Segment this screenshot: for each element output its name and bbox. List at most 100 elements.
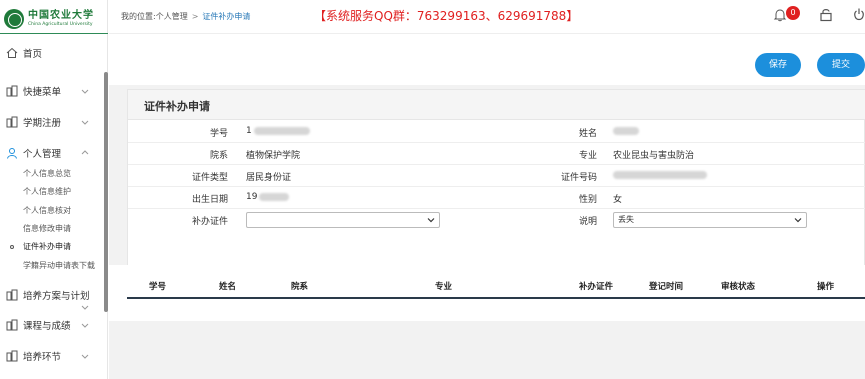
column-header: 学号 xyxy=(149,282,167,292)
redaction-blur xyxy=(613,170,707,179)
save-button[interactable]: 保存 xyxy=(755,53,801,77)
name-value xyxy=(613,126,639,136)
breadcrumb: 我的位置:个人管理 > 证件补办申请 xyxy=(121,11,250,22)
grid-icon xyxy=(6,350,18,362)
reissue-type-select[interactable] xyxy=(246,212,440,228)
panel-title: 证件补办申请 xyxy=(144,100,210,113)
chevron-down-icon xyxy=(794,218,802,223)
column-header: 审核状态 xyxy=(721,282,756,292)
chevron-down-icon xyxy=(81,305,89,310)
power-icon[interactable] xyxy=(853,7,865,21)
chevron-down-icon xyxy=(81,89,89,94)
home-icon xyxy=(6,47,18,58)
remark-label: 说明 xyxy=(578,217,597,227)
redaction-blur xyxy=(253,126,310,135)
chevron-down-icon xyxy=(427,218,435,223)
remark-select[interactable]: 丢失 xyxy=(613,212,807,228)
top-header: 我的位置:个人管理 > 证件补办申请 【系统服务QQ群：763299163、6296… xyxy=(109,0,865,34)
logo-cn-name: 中国农业大学 xyxy=(28,10,94,21)
grid-icon xyxy=(6,319,18,331)
university-logo[interactable]: 中国农业大学 China Agricultural University xyxy=(4,6,108,32)
sidebar-subitem-overview[interactable]: 个人信息总览 xyxy=(23,168,71,180)
sidebar-item-courses[interactable]: 课程与成绩 xyxy=(0,314,100,336)
birthdate-text: 19 xyxy=(246,192,258,202)
form-row: 学号 1 姓名 xyxy=(128,121,865,143)
reissue-type-label: 补办证件 xyxy=(191,217,228,227)
column-header: 登记时间 xyxy=(649,282,684,292)
breadcrumb-separator: > xyxy=(191,12,199,21)
current-item-dot-icon xyxy=(10,245,14,249)
bell-icon[interactable] xyxy=(773,8,787,22)
person-icon xyxy=(7,148,17,159)
sidebar-item-home[interactable]: 首页 xyxy=(0,42,100,64)
major-value: 农业昆虫与害虫防治 xyxy=(613,151,695,161)
redaction-blur xyxy=(259,192,290,201)
column-header: 姓名 xyxy=(219,282,237,292)
chevron-down-icon xyxy=(81,323,89,328)
chevron-up-icon xyxy=(81,150,89,155)
notification-badge: 0 xyxy=(786,6,800,20)
sidebar-item-quick-menu[interactable]: 快捷菜单 xyxy=(0,80,100,102)
logo-en-name: China Agricultural University xyxy=(28,22,93,27)
sidebar-item-label: 学期注册 xyxy=(23,118,62,129)
student-id-value: 1 xyxy=(246,126,310,136)
logo-divider xyxy=(0,33,108,34)
sidebar-item-label: 培养环节 xyxy=(23,352,62,363)
column-header: 操作 xyxy=(817,282,835,292)
sidebar-item-label: 课程与成绩 xyxy=(23,321,71,332)
sidebar-item-label: 快捷菜单 xyxy=(23,87,62,98)
grid-icon xyxy=(6,85,18,97)
id-number-value xyxy=(613,170,707,180)
gender-value: 女 xyxy=(613,195,623,205)
gender-label: 性别 xyxy=(578,195,597,205)
university-seal-icon xyxy=(4,9,24,29)
sidebar-subitem-maintain[interactable]: 个人信息维护 xyxy=(23,186,71,198)
main-content: 保存 提交 证件补办申请 学号 1 姓名 院系 植物保护学院 专业 农业昆虫与害… xyxy=(109,35,865,379)
id-type-label: 证件类型 xyxy=(191,173,228,183)
student-id-text: 1 xyxy=(246,126,252,136)
sidebar-item-label: 首页 xyxy=(23,49,43,60)
sidebar-item-training-links[interactable]: 培养环节 xyxy=(0,345,100,367)
sidebar-item-personal[interactable]: 个人管理 xyxy=(0,142,100,164)
sidebar-item-label: 个人管理 xyxy=(23,149,62,160)
form-row: 出生日期 19 性别 女 xyxy=(128,187,865,209)
form-row: 补办证件 说明 丢失 xyxy=(128,209,865,231)
name-label: 姓名 xyxy=(578,129,597,139)
form-row: 证件类型 居民身份证 证件号码 xyxy=(128,165,865,187)
major-label: 专业 xyxy=(578,151,597,161)
department-label: 院系 xyxy=(209,151,228,161)
remark-selected: 丢失 xyxy=(618,215,634,224)
id-number-label: 证件号码 xyxy=(560,173,597,183)
sidebar-subitem-verify[interactable]: 个人信息核对 xyxy=(23,205,71,217)
breadcrumb-current: 证件补办申请 xyxy=(202,12,251,21)
form-row: 院系 植物保护学院 专业 农业昆虫与害虫防治 xyxy=(128,143,865,165)
column-header: 专业 xyxy=(435,282,453,292)
chevron-down-icon xyxy=(81,120,89,125)
breadcrumb-prefix: 我的位置: xyxy=(121,12,156,21)
birthdate-label: 出生日期 xyxy=(191,195,228,205)
column-header: 补办证件 xyxy=(579,282,614,292)
sidebar-subitem-reissue[interactable]: 证件补办申请 xyxy=(23,241,71,253)
department-value: 植物保护学院 xyxy=(246,151,301,161)
sidebar-scrollbar[interactable] xyxy=(104,72,108,312)
service-notice: 【系统服务QQ群：763299163、629691788】 xyxy=(314,9,579,23)
sidebar-subitem-modify[interactable]: 信息修改申请 xyxy=(23,223,71,235)
logo-text: 中国农业大学 China Agricultural University xyxy=(28,10,94,28)
submit-button[interactable]: 提交 xyxy=(817,53,865,77)
sidebar-item-label: 培养方案与计划 xyxy=(23,291,90,302)
lock-icon[interactable] xyxy=(819,7,833,22)
breadcrumb-parent[interactable]: 个人管理 xyxy=(156,12,188,21)
sidebar-subitem-status-download[interactable]: 学籍异动申请表下载 xyxy=(23,260,95,272)
chevron-down-icon xyxy=(81,354,89,359)
panel-header: 证件补办申请 xyxy=(128,90,865,120)
action-toolbar: 保存 提交 xyxy=(109,35,865,85)
birthdate-value: 19 xyxy=(246,192,290,202)
id-type-value: 居民身份证 xyxy=(246,173,292,183)
grid-icon xyxy=(6,116,18,128)
records-table-header: 学号 姓名 院系 专业 补办证件 登记时间 审核状态 操作 xyxy=(127,277,865,295)
sidebar: 中国农业大学 China Agricultural University 首页 … xyxy=(0,0,108,379)
grid-icon xyxy=(6,289,18,301)
sidebar-item-registration[interactable]: 学期注册 xyxy=(0,111,100,133)
redaction-blur xyxy=(613,126,639,135)
table-empty-body xyxy=(127,299,865,319)
